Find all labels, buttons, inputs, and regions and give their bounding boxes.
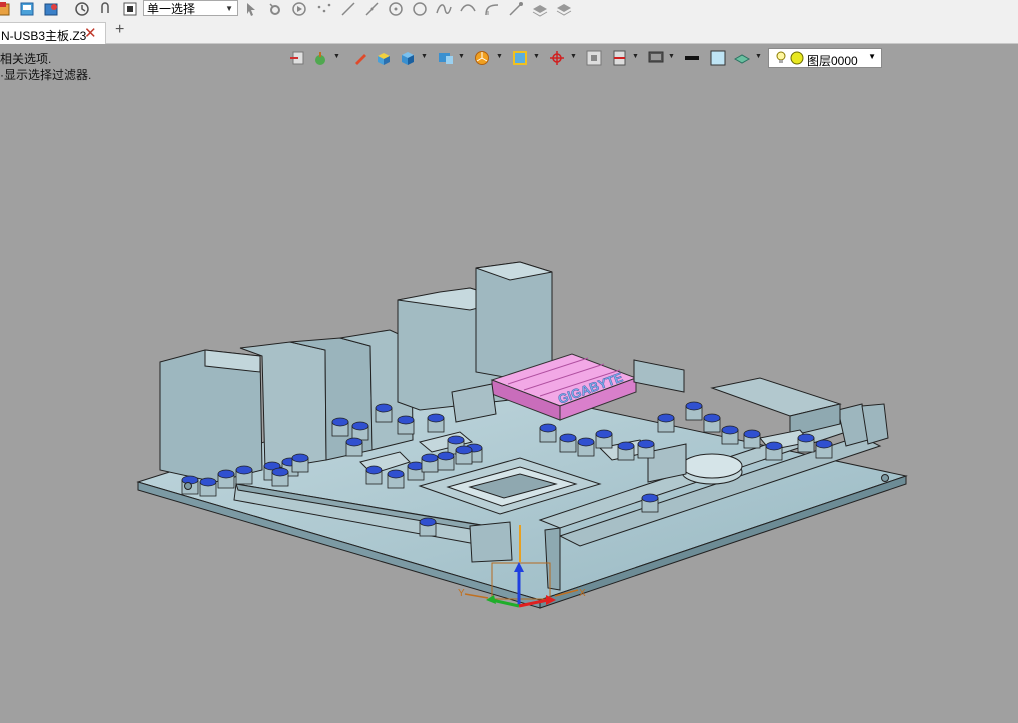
capacitor-top (617, 441, 635, 451)
3d-viewport[interactable]: 相关选项. ·显示选择过滤器. GIGABYTE Y X ▼ ▼ ▼ ▼ ▼ ▼… (0, 45, 1018, 723)
new-part-icon[interactable] (0, 1, 12, 17)
capacitor-top (637, 439, 655, 449)
capacitor-top (437, 451, 455, 461)
capacitor-top (703, 413, 721, 423)
capacitor-top (577, 437, 595, 447)
capacitor-top (815, 439, 833, 449)
capacitor-top (455, 445, 473, 455)
capacitor-top (387, 469, 405, 479)
display-icon[interactable] (438, 50, 454, 66)
open-icon[interactable] (19, 1, 35, 17)
close-icon[interactable]: ✕ (84, 24, 97, 42)
cube-icon[interactable] (400, 50, 416, 66)
motherboard-model[interactable]: GIGABYTE Y X (0, 45, 1018, 723)
circle-point-icon[interactable] (388, 1, 404, 17)
document-tab-title: N-USB3主板.Z3 (1, 29, 87, 43)
capacitor-top (595, 429, 613, 439)
layer-plate-icon[interactable] (734, 50, 750, 66)
pen-icon[interactable] (352, 50, 368, 66)
trim-icon[interactable] (508, 1, 524, 17)
layer-color-icon[interactable] (790, 51, 804, 65)
screen-icon[interactable] (648, 50, 664, 66)
lightbulb-icon[interactable] (774, 51, 788, 65)
main-toolbar: 单一选择 ▼ (0, 0, 1018, 20)
capacitor-top (427, 413, 445, 423)
cube-dropdown-arrow[interactable]: ▼ (421, 53, 428, 60)
line-icon[interactable] (340, 1, 356, 17)
axis-dropdown-arrow[interactable]: ▼ (570, 53, 577, 60)
undo-icon[interactable] (98, 1, 114, 17)
pie-view-dropdown-arrow[interactable]: ▼ (496, 53, 503, 60)
section-icon[interactable] (612, 50, 628, 66)
circle-icon[interactable] (412, 1, 428, 17)
fill-color-icon[interactable] (710, 50, 726, 66)
render-mode-icon[interactable] (313, 50, 329, 66)
capacitor-top (447, 435, 465, 445)
capacitor-top (797, 433, 815, 443)
capacitor-top (539, 423, 557, 433)
capacitor-top (397, 415, 415, 425)
document-tab-bar: N-USB3主板.Z3 ✕ + (0, 20, 1018, 44)
add-tab-icon[interactable]: + (115, 21, 124, 39)
fit-icon[interactable] (586, 50, 602, 66)
capacitor-top (685, 401, 703, 411)
axis-label-x: X (579, 588, 586, 599)
capacitor-top (291, 453, 309, 463)
layer-label: 图层0000 (807, 54, 858, 68)
history-icon[interactable] (74, 1, 90, 17)
capacitor-top (235, 465, 253, 475)
pointer-icon[interactable] (243, 1, 259, 17)
axis-label-y: Y (458, 588, 465, 599)
layer-op-icon[interactable] (532, 1, 548, 17)
line2-icon[interactable] (364, 1, 380, 17)
section-dropdown-arrow[interactable]: ▼ (632, 53, 639, 60)
line-color-icon[interactable] (684, 50, 700, 66)
render-mode-dropdown-arrow[interactable]: ▼ (333, 53, 340, 60)
capacitor-top (657, 413, 675, 423)
select-mode-dropdown[interactable]: 单一选择 ▼ (143, 0, 238, 16)
view-frame-icon[interactable] (512, 50, 528, 66)
capacitor-top (345, 437, 363, 447)
axis-icon[interactable] (549, 50, 565, 66)
exit-icon[interactable] (289, 50, 305, 66)
capacitor-top (375, 403, 393, 413)
capacitor-top (351, 421, 369, 431)
box-icon[interactable] (376, 50, 392, 66)
capacitor-top (559, 433, 577, 443)
capacitor-top (271, 467, 289, 477)
extend-icon[interactable] (484, 1, 500, 17)
point-icon[interactable] (316, 1, 332, 17)
capacitor-top (365, 465, 383, 475)
pie-view-icon[interactable] (474, 50, 490, 66)
capacitor-top (641, 493, 659, 503)
capacitor-top (419, 517, 437, 527)
play-icon[interactable] (291, 1, 307, 17)
view-frame-dropdown-arrow[interactable]: ▼ (533, 53, 540, 60)
capacitor-top (421, 453, 439, 463)
display-dropdown-arrow[interactable]: ▼ (458, 53, 465, 60)
capacitor-top (721, 425, 739, 435)
layer-plate-dropdown-arrow[interactable]: ▼ (755, 53, 762, 60)
gear-filter-icon[interactable] (267, 1, 283, 17)
select-mode-label: 单一选择 (147, 2, 196, 16)
document-tab[interactable]: N-USB3主板.Z3 ✕ (0, 22, 106, 44)
layer-dropdown[interactable]: 图层0000 ▼ (768, 48, 882, 68)
capacitor-top (199, 477, 217, 487)
save-icon[interactable] (43, 1, 59, 17)
stop-icon[interactable] (122, 1, 138, 17)
capacitor-top (331, 417, 349, 427)
screen-dropdown-arrow[interactable]: ▼ (668, 53, 675, 60)
capacitor-top (765, 441, 783, 451)
chevron-down-icon: ▼ (868, 52, 876, 61)
capacitor-top (743, 429, 761, 439)
capacitor-top (217, 469, 235, 479)
layer-op2-icon[interactable] (556, 1, 572, 17)
curve-icon[interactable] (436, 1, 452, 17)
arc-icon[interactable] (460, 1, 476, 17)
chevron-down-icon: ▼ (225, 4, 233, 13)
